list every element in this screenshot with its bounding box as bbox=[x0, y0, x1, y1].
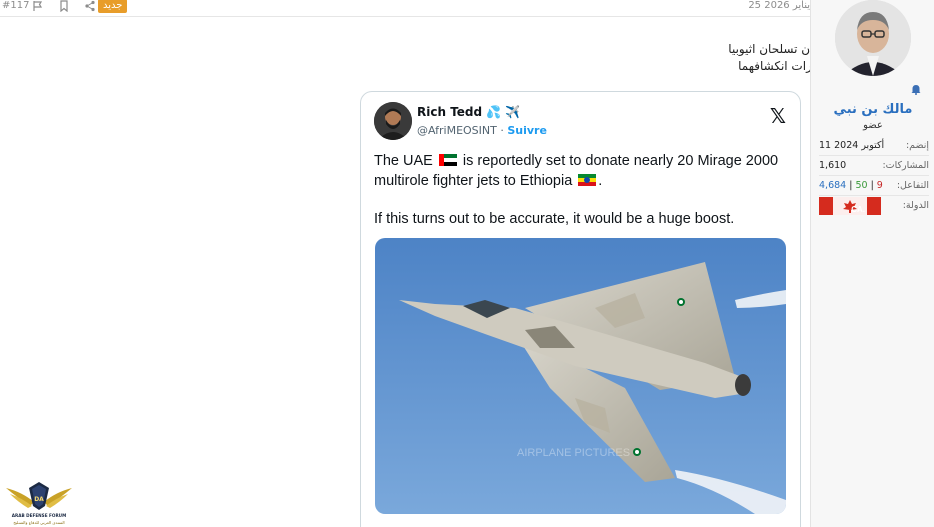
divider bbox=[0, 16, 810, 17]
embedded-tweet[interactable]: Rich Tedd 💦 ✈️ @AfriMEOSINT · Suivre 𝕏 T… bbox=[360, 91, 801, 527]
user-avatar[interactable] bbox=[835, 0, 911, 76]
tweet-text-part: The UAE bbox=[374, 153, 433, 169]
reaction-negative: 9 bbox=[876, 180, 883, 191]
joined-value: 11 أكتوبر 2024 bbox=[819, 140, 885, 151]
info-label: المشاركات: bbox=[882, 160, 929, 171]
info-row-country: الدولة: .CA bbox=[819, 196, 929, 222]
canada-flag-icon: .CA bbox=[819, 197, 881, 215]
flag-icon[interactable] bbox=[32, 0, 44, 12]
forum-logo-arabic: المنتدى العربي للدفاع والتسليح bbox=[13, 520, 64, 525]
tweet-text-part: . bbox=[598, 173, 603, 189]
image-watermark: AIRPLANE PICTURES bbox=[517, 447, 630, 459]
new-badge: جديد bbox=[98, 0, 128, 13]
tweet-image[interactable]: AIRPLANE PICTURES bbox=[375, 238, 786, 514]
tweet-handle[interactable]: @AfriMEOSINT bbox=[417, 124, 497, 137]
info-label: التفاعل: bbox=[896, 180, 929, 191]
posts-value[interactable]: 1,610 bbox=[819, 156, 846, 175]
uae-flag-icon bbox=[438, 154, 457, 166]
follow-link[interactable]: Suivre bbox=[507, 124, 547, 137]
post-number[interactable]: #117 bbox=[2, 0, 29, 11]
info-row-posts: المشاركات: 1,610 bbox=[819, 156, 929, 176]
tweet-author-name[interactable]: Rich Tedd 💦 ✈️ bbox=[417, 105, 520, 119]
bookmark-icon[interactable] bbox=[58, 0, 70, 13]
tweet-author-avatar[interactable] bbox=[374, 102, 412, 140]
info-label: إنضم: bbox=[905, 140, 929, 151]
separator: · bbox=[496, 124, 508, 137]
forum-logo-short: DA bbox=[34, 496, 44, 503]
tweet-text: The UAE is reportedly set to donate near… bbox=[374, 151, 794, 229]
forum-logo-name: ARAB DEFENSE FORUM bbox=[12, 513, 66, 518]
tweet-text-paragraph: If this turns out to be accurate, it wou… bbox=[374, 211, 735, 227]
post-date[interactable]: 25 يناير 2026 bbox=[748, 0, 810, 11]
user-sidebar: مالك بن نبي عضو إنضم: 11 أكتوبر 2024 الم… bbox=[810, 0, 934, 527]
username[interactable]: مالك بن نبي bbox=[811, 102, 934, 117]
tweet-text-part: is reportedly set to donate nearly 20 Mi… bbox=[374, 153, 779, 189]
separator: | bbox=[867, 180, 877, 191]
tweet-author-handle-row: @AfriMEOSINT · Suivre bbox=[417, 124, 547, 137]
share-icon[interactable] bbox=[84, 0, 96, 12]
bell-icon[interactable] bbox=[911, 84, 921, 98]
forum-logo[interactable]: DA ARAB DEFENSE FORUM المنتدى العربي للد… bbox=[4, 470, 74, 527]
reaction-positive: 4,684 bbox=[819, 180, 847, 191]
user-role: عضو bbox=[863, 120, 883, 131]
country-code: .CA bbox=[851, 205, 865, 214]
reactions-value: 4,684 | 50 | 9 bbox=[819, 176, 883, 195]
user-info: إنضم: 11 أكتوبر 2024 المشاركات: 1,610 ال… bbox=[819, 136, 929, 222]
post-meta-bar: #117 جديد 25 يناير 2026 bbox=[0, 0, 810, 14]
info-row-joined: إنضم: 11 أكتوبر 2024 bbox=[819, 136, 929, 156]
reaction-neutral: 50 bbox=[855, 180, 868, 191]
ethiopia-flag-icon bbox=[578, 174, 597, 186]
info-row-reactions: التفاعل: 4,684 | 50 | 9 bbox=[819, 176, 929, 196]
x-logo-icon[interactable]: 𝕏 bbox=[770, 104, 786, 128]
info-label: الدولة: bbox=[902, 200, 929, 211]
